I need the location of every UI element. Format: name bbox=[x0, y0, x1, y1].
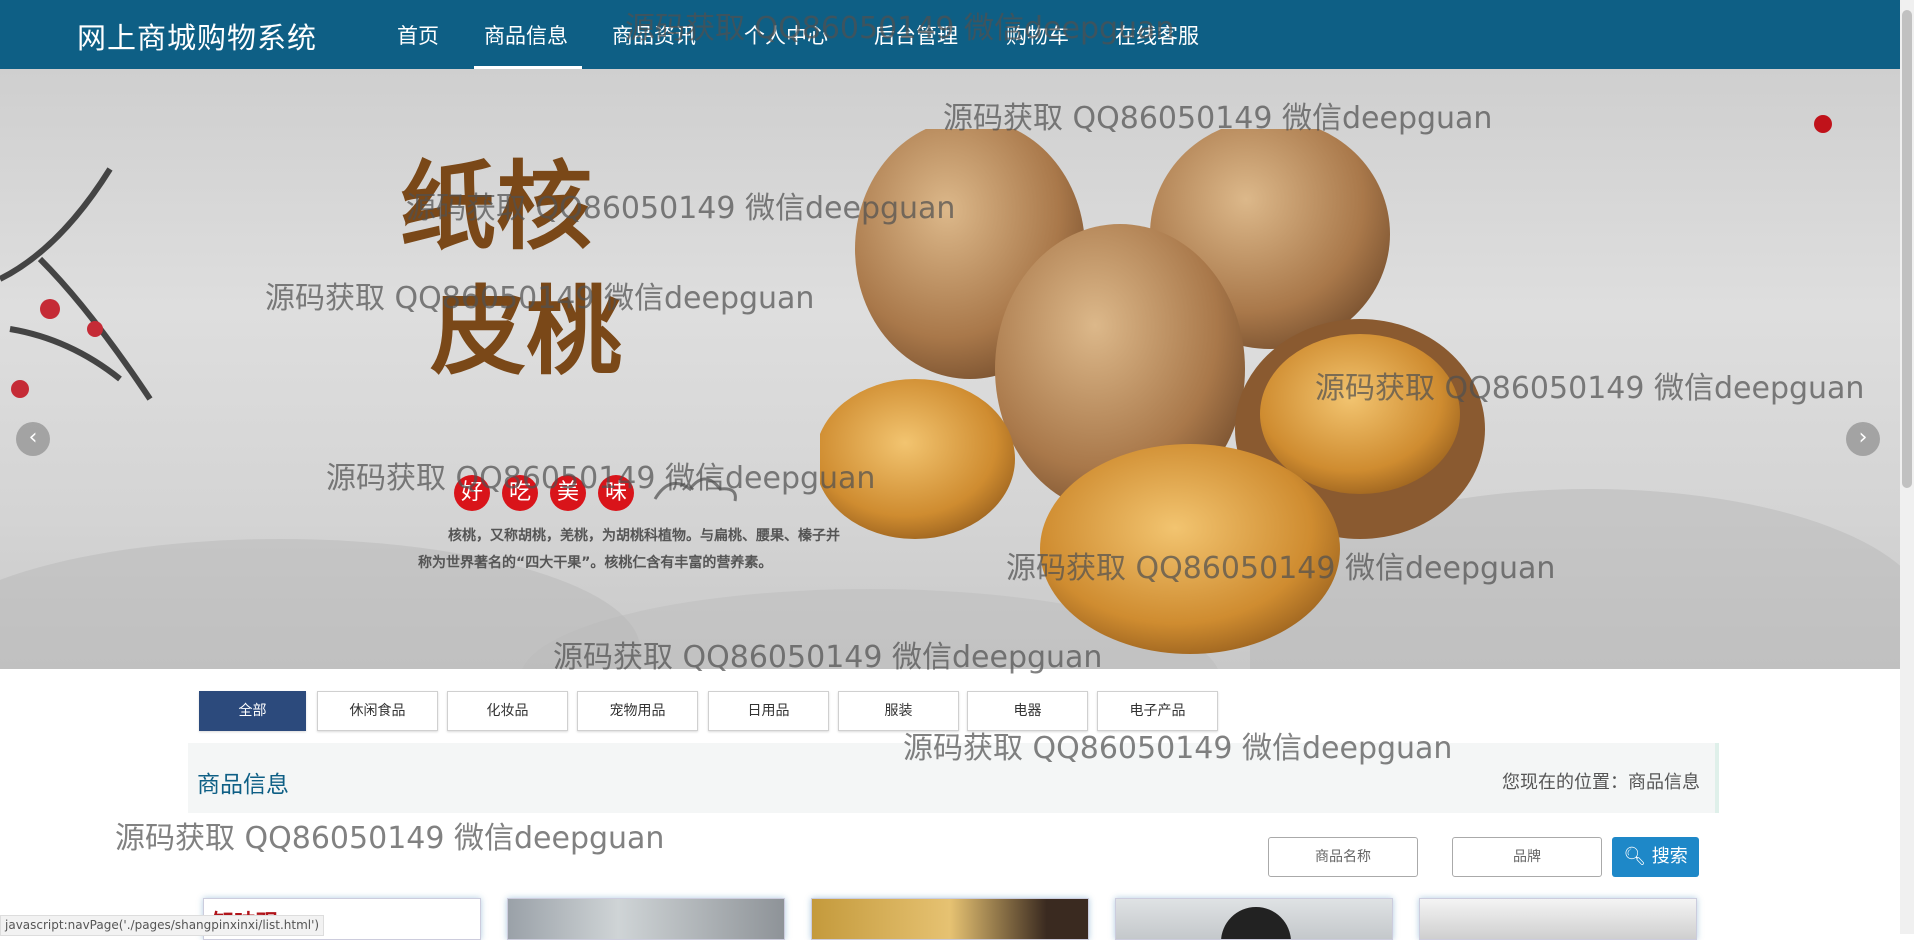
category-cosmetics-button[interactable]: 化妆品 bbox=[447, 691, 568, 731]
red-seal-image bbox=[1814, 115, 1832, 133]
breadcrumb: 您现在的位置：商品信息 bbox=[1502, 772, 1700, 793]
carousel-next-button[interactable]: › bbox=[1846, 422, 1880, 456]
plum-branch-image bbox=[0, 167, 153, 401]
watermark-text: 源码获取 QQ86050149 微信deepguan bbox=[943, 101, 1493, 136]
banner-description-line1: 核桃，又称胡桃，羌桃，为胡桃科植物。与扁桃、腰果、榛子并 bbox=[448, 528, 840, 544]
watermark-text: 源码获取 QQ86050149 微信deepguan bbox=[406, 191, 956, 226]
carousel-prev-button[interactable]: ‹ bbox=[16, 422, 50, 456]
watermark-text: 源码获取 QQ86050149 微信deepguan bbox=[625, 11, 1175, 46]
watermark-text: 源码获取 QQ86050149 微信deepguan bbox=[1006, 551, 1556, 586]
watermark-text: 源码获取 QQ86050149 微信deepguan bbox=[1315, 371, 1865, 406]
browser-status-bar: javascript:navPage('./pages/shangpinxinx… bbox=[0, 915, 325, 936]
nav-home[interactable]: 首页 bbox=[397, 20, 439, 50]
search-button[interactable]: 🔍︎ 搜索 bbox=[1612, 837, 1699, 877]
section-title: 商品信息 bbox=[197, 772, 289, 798]
watermark-text: 源码获取 QQ86050149 微信deepguan bbox=[553, 640, 1103, 675]
category-pet-button[interactable]: 宠物用品 bbox=[577, 691, 698, 731]
nav-products[interactable]: 商品信息 bbox=[484, 20, 568, 50]
product-name-search-input[interactable]: 商品名称 bbox=[1268, 837, 1418, 877]
search-icon: 🔍︎ bbox=[1623, 846, 1647, 867]
category-snacks-button[interactable]: 休闲食品 bbox=[317, 691, 438, 731]
search-button-label: 搜索 bbox=[1651, 846, 1688, 867]
scrollbar-thumb[interactable] bbox=[1902, 10, 1912, 488]
product-image bbox=[1221, 907, 1291, 939]
banner-description-line2: 称为世界著名的“四大干果”。核桃仁含有丰富的营养素。 bbox=[418, 555, 773, 571]
watermark-text: 源码获取 QQ86050149 微信deepguan bbox=[903, 731, 1453, 766]
watermark-text: 源码获取 QQ86050149 微信deepguan bbox=[115, 821, 665, 856]
brand-search-input[interactable]: 品牌 bbox=[1452, 837, 1602, 877]
category-daily-button[interactable]: 日用品 bbox=[708, 691, 829, 731]
watermark-text: 源码获取 QQ86050149 微信deepguan bbox=[265, 281, 815, 316]
category-all-button[interactable]: 全部 bbox=[199, 691, 306, 731]
site-brand[interactable]: 网上商城购物系统 bbox=[77, 15, 317, 57]
watermark-text: 源码获取 QQ86050149 微信deepguan bbox=[326, 461, 876, 496]
